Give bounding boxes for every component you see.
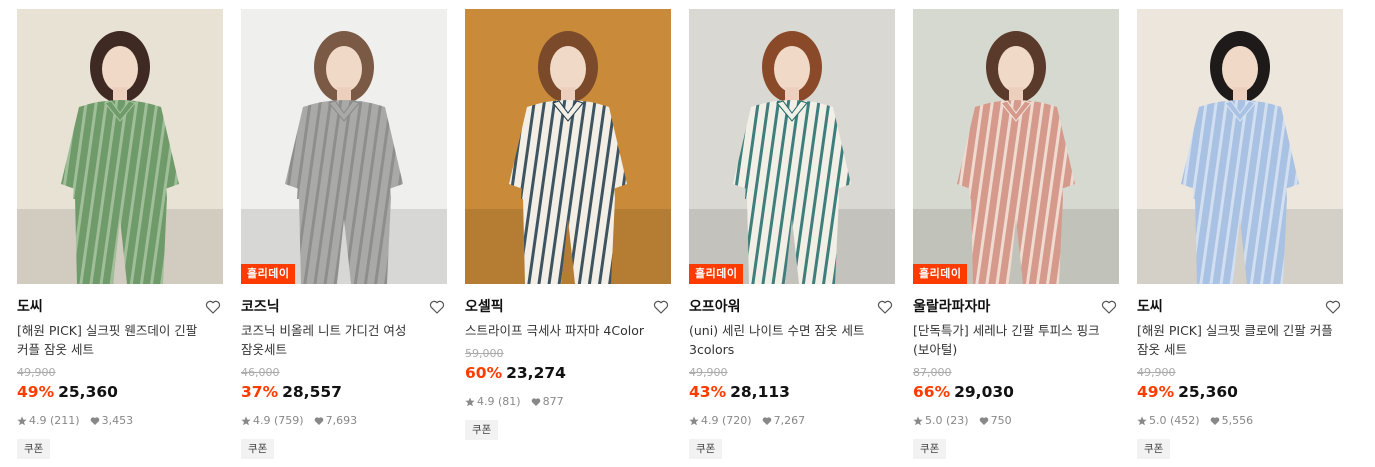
brand-name[interactable]: 오셀픽 xyxy=(465,297,671,317)
product-photo xyxy=(241,9,447,284)
product-photo xyxy=(913,9,1119,284)
rating-value: 4.9 xyxy=(701,414,719,427)
star-icon xyxy=(689,416,699,426)
heart-small-icon xyxy=(979,417,988,425)
product-card[interactable]: 오셀픽 스트라이프 극세사 파자마 4Color 59,000 60% 23,27… xyxy=(465,9,671,440)
product-title[interactable]: 스트라이프 극세사 파자마 4Color xyxy=(465,321,671,340)
like-count: 5,556 xyxy=(1221,414,1254,427)
review-count: (23) xyxy=(946,414,969,427)
original-price: 49,900 xyxy=(17,366,56,379)
review-count: (211) xyxy=(50,414,80,427)
discount-rate: 37% xyxy=(241,383,279,401)
product-card[interactable]: 홀리데이 울랄라파자마 [단독특가] 세레나 긴팔 투피스 핑크(보아털) 87… xyxy=(913,9,1119,459)
product-photo xyxy=(1137,9,1343,284)
coupon-badge: 쿠폰 xyxy=(17,439,51,459)
brand-name[interactable]: 도씨 xyxy=(17,297,223,317)
holiday-badge: 홀리데이 xyxy=(689,264,744,284)
product-grid: 도씨 [해원 PICK] 실크핏 웬즈데이 긴팔 커플 잠옷 세트 49,900… xyxy=(0,0,1375,467)
sale-price: 28,557 xyxy=(282,383,342,401)
star-icon xyxy=(465,397,475,407)
like-count: 3,453 xyxy=(101,414,134,427)
coupon-badge: 쿠폰 xyxy=(689,439,723,459)
product-image[interactable] xyxy=(17,9,223,284)
discount-rate: 43% xyxy=(689,383,727,401)
discount-rate: 66% xyxy=(913,383,951,401)
heart-icon[interactable] xyxy=(653,299,669,315)
brand-name[interactable]: 오프아워 xyxy=(689,297,895,317)
original-price: 49,900 xyxy=(689,366,728,379)
star-icon xyxy=(913,416,923,426)
review-count: (720) xyxy=(722,414,752,427)
product-image[interactable]: 홀리데이 xyxy=(913,9,1119,284)
coupon-badge: 쿠폰 xyxy=(1137,439,1171,459)
product-photo xyxy=(465,9,671,284)
product-title[interactable]: [단독특가] 세레나 긴팔 투피스 핑크(보아털) xyxy=(913,321,1119,359)
heart-small-icon xyxy=(90,417,99,425)
product-image[interactable] xyxy=(1137,9,1343,284)
sale-price: 23,274 xyxy=(506,364,566,382)
original-price: 46,000 xyxy=(241,366,280,379)
rating-value: 5.0 xyxy=(1149,414,1167,427)
original-price: 59,000 xyxy=(465,347,504,360)
heart-small-icon xyxy=(762,417,771,425)
rating-value: 5.0 xyxy=(925,414,943,427)
sale-price: 25,360 xyxy=(58,383,118,401)
product-title[interactable]: [해원 PICK] 실크핏 웬즈데이 긴팔 커플 잠옷 세트 xyxy=(17,321,223,359)
heart-icon[interactable] xyxy=(1325,299,1341,315)
original-price: 87,000 xyxy=(913,366,952,379)
heart-icon[interactable] xyxy=(429,299,445,315)
like-count: 877 xyxy=(542,395,564,408)
heart-small-icon xyxy=(531,398,540,406)
coupon-badge: 쿠폰 xyxy=(241,439,275,459)
product-title[interactable]: [해원 PICK] 실크핏 클로에 긴팔 커플 잠옷 세트 xyxy=(1137,321,1343,359)
star-icon xyxy=(17,416,27,426)
coupon-badge: 쿠폰 xyxy=(465,420,499,440)
star-icon xyxy=(241,416,251,426)
heart-icon[interactable] xyxy=(205,299,221,315)
review-count: (759) xyxy=(274,414,304,427)
original-price: 49,900 xyxy=(1137,366,1176,379)
sale-price: 25,360 xyxy=(1178,383,1238,401)
brand-name[interactable]: 도씨 xyxy=(1137,297,1343,317)
product-image[interactable]: 홀리데이 xyxy=(241,9,447,284)
review-count: (452) xyxy=(1170,414,1200,427)
heart-small-icon xyxy=(1210,417,1219,425)
rating-value: 4.9 xyxy=(253,414,271,427)
discount-rate: 60% xyxy=(465,364,503,382)
product-card[interactable]: 홀리데이 오프아워 (uni) 세린 나이트 수면 잠옷 세트 3colors … xyxy=(689,9,895,459)
product-card[interactable]: 홀리데이 코즈닉 코즈닉 비올레 니트 가디건 여성 잠옷세트 46,000 3… xyxy=(241,9,447,459)
product-title[interactable]: (uni) 세린 나이트 수면 잠옷 세트 3colors xyxy=(689,321,895,359)
holiday-badge: 홀리데이 xyxy=(913,264,968,284)
review-count: (81) xyxy=(498,395,521,408)
heart-icon[interactable] xyxy=(1101,299,1117,315)
product-title[interactable]: 코즈닉 비올레 니트 가디건 여성 잠옷세트 xyxy=(241,321,447,359)
like-count: 750 xyxy=(990,414,1012,427)
product-photo xyxy=(689,9,895,284)
like-count: 7,693 xyxy=(325,414,358,427)
star-icon xyxy=(1137,416,1147,426)
holiday-badge: 홀리데이 xyxy=(241,264,296,284)
sale-price: 28,113 xyxy=(730,383,790,401)
discount-rate: 49% xyxy=(17,383,55,401)
product-image[interactable] xyxy=(465,9,671,284)
discount-rate: 49% xyxy=(1137,383,1175,401)
heart-small-icon xyxy=(314,417,323,425)
like-count: 7,267 xyxy=(773,414,806,427)
product-photo xyxy=(17,9,223,284)
product-card[interactable]: 도씨 [해원 PICK] 실크핏 웬즈데이 긴팔 커플 잠옷 세트 49,900… xyxy=(17,9,223,459)
heart-icon[interactable] xyxy=(877,299,893,315)
sale-price: 29,030 xyxy=(954,383,1014,401)
coupon-badge: 쿠폰 xyxy=(913,439,947,459)
product-image[interactable]: 홀리데이 xyxy=(689,9,895,284)
product-card[interactable]: 도씨 [해원 PICK] 실크핏 클로에 긴팔 커플 잠옷 세트 49,900 … xyxy=(1137,9,1343,459)
rating-value: 4.9 xyxy=(477,395,495,408)
rating-value: 4.9 xyxy=(29,414,47,427)
brand-name[interactable]: 울랄라파자마 xyxy=(913,297,1119,317)
brand-name[interactable]: 코즈닉 xyxy=(241,297,447,317)
